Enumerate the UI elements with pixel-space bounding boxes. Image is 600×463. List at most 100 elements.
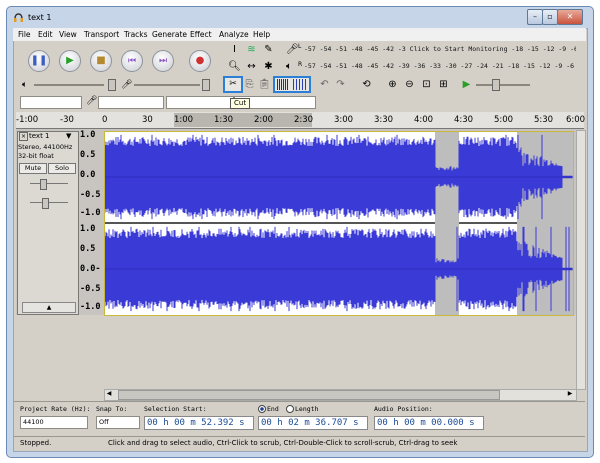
ruler-tick: 3:30 [374,115,394,125]
paste-icon[interactable]: 📋︎ [258,78,271,91]
recording-meter[interactable]: -57 -54 -51 -48 -45 -42 -3 Click to Star… [304,45,576,53]
play-speed-thumb[interactable] [492,79,500,91]
output-volume-thumb[interactable] [108,79,116,91]
ruler-tick: 0 [102,115,108,125]
length-radio[interactable] [286,405,294,413]
zoom-tool-icon[interactable]: 🔍︎ [228,60,241,73]
sync-lock-icon[interactable]: ⟲ [360,78,373,91]
scroll-thumb[interactable] [118,390,500,400]
ruler-tick: 1:00 [174,115,194,125]
host-select[interactable] [20,96,82,109]
selection-tool-icon[interactable]: I [228,43,241,56]
record-icon: ● [195,55,205,66]
scale-bot-2: 0.5 [80,244,96,254]
play-button[interactable]: ▶ [59,50,81,72]
menu-effect[interactable]: Effect [190,30,212,39]
project-rate-label: Project Rate (Hz): [20,405,91,413]
mute-button[interactable]: Mute [19,163,47,174]
scale-top-2: 0.5 [80,150,96,160]
scroll-left-icon[interactable]: ◀ [104,389,114,399]
play-icon: ▶ [66,55,74,66]
output-volume-slider[interactable] [34,84,104,86]
draw-tool-icon[interactable]: ✎ [262,43,275,56]
skip-to-start-button[interactable]: ⏮ [121,50,143,72]
ruler-tick: 1:30 [214,115,234,125]
gain-slider[interactable] [30,183,68,184]
menu-edit[interactable]: Edit [38,30,53,39]
redo-icon[interactable]: ↷ [334,78,347,91]
fit-selection-icon[interactable]: ⊡ [420,78,433,91]
window-title: text 1 [28,13,52,22]
input-device-select[interactable] [98,96,164,109]
track-info-format: Stereo, 44100Hz [18,143,73,151]
undo-icon[interactable]: ↶ [318,78,331,91]
minimize-button[interactable]: – [527,9,543,25]
skip-to-end-button[interactable]: ⏭ [152,50,174,72]
trim-silence-buttons[interactable] [273,76,311,93]
play-at-speed-icon[interactable]: ▶ [460,78,473,91]
ruler-tick: -1:00 [16,115,39,125]
track-close-icon[interactable]: × [19,132,28,141]
solo-button[interactable]: Solo [48,163,76,174]
input-volume-thumb[interactable] [202,79,210,91]
end-radio-label[interactable]: End [267,405,279,413]
menu-file[interactable]: File [18,30,31,39]
menu-help[interactable]: Help [253,30,270,39]
zoom-in-icon[interactable]: ⊕ [386,78,399,91]
waveform-frame[interactable] [104,131,574,316]
collapse-track-icon[interactable]: ▲ [22,302,76,313]
menu-transport[interactable]: Transport [84,30,119,39]
copy-icon[interactable]: ⎘ [243,78,256,91]
selection-band [435,132,459,315]
menu-view[interactable]: View [59,30,77,39]
selection-start-field[interactable]: 00 h 00 m 52.392 s [144,416,254,430]
play-speed-slider[interactable] [476,84,530,86]
close-button[interactable]: ✕ [557,9,583,25]
output-volume-icon: 🔈︎ [22,80,28,90]
selection-end-field[interactable]: 00 h 02 m 36.707 s [258,416,368,430]
cut-tooltip: Cut [230,98,251,109]
skip-start-icon: ⏮ [127,56,137,66]
channel-divider [105,222,573,224]
status-hint: Click and drag to select audio, Ctrl-Cli… [108,439,458,447]
gain-thumb[interactable] [40,179,47,190]
mic-icon: 🎤︎ [286,44,299,55]
ruler-tick: 6:00 [566,115,586,125]
zoom-out-icon[interactable]: ⊖ [403,78,416,91]
ruler-tick: 5:30 [534,115,554,125]
ruler-tick: 4:00 [414,115,434,125]
trim-icon [277,79,289,90]
vertical-scrollbar[interactable] [576,130,586,390]
project-rate-select[interactable]: 44100 [20,416,88,429]
record-button[interactable]: ● [189,50,211,72]
end-radio[interactable] [258,405,266,413]
pan-thumb[interactable] [42,198,49,209]
ruler-tick: 30 [142,115,153,125]
app-icon [13,12,24,23]
silence-icon [293,79,306,90]
envelope-tool-icon[interactable]: ≋ [245,43,258,56]
multi-tool-icon[interactable]: ✱ [262,60,275,73]
cut-button[interactable]: ✂ [223,76,243,93]
audio-position-field[interactable]: 00 h 00 m 00.000 s [374,416,484,430]
output-device-select[interactable] [166,96,234,109]
track-name-menu[interactable]: text 1 [29,132,50,140]
ruler-tick: 2:30 [294,115,314,125]
fit-project-icon[interactable]: ⊞ [437,78,450,91]
menu-generate[interactable]: Generate [152,30,187,39]
pan-slider[interactable] [30,202,68,203]
length-radio-label[interactable]: Length [295,405,318,413]
maximize-button[interactable]: ▫ [542,9,558,25]
menu-analyze[interactable]: Analyze [219,30,249,39]
ruler-tick: 2:00 [254,115,274,125]
snap-to-select[interactable]: Off [96,416,140,429]
input-volume-slider[interactable] [134,84,200,86]
stop-icon: ■ [96,55,106,66]
track-menu-arrow-icon[interactable]: ▼ [66,132,71,140]
scroll-right-icon[interactable]: ▶ [565,389,575,399]
stop-button[interactable]: ■ [90,50,112,72]
menu-tracks[interactable]: Tracks [124,30,148,39]
time-shift-tool-icon[interactable]: ↔ [245,60,258,73]
selection-start-label: Selection Start: [144,405,207,413]
pause-button[interactable]: ❚❚ [28,50,50,72]
